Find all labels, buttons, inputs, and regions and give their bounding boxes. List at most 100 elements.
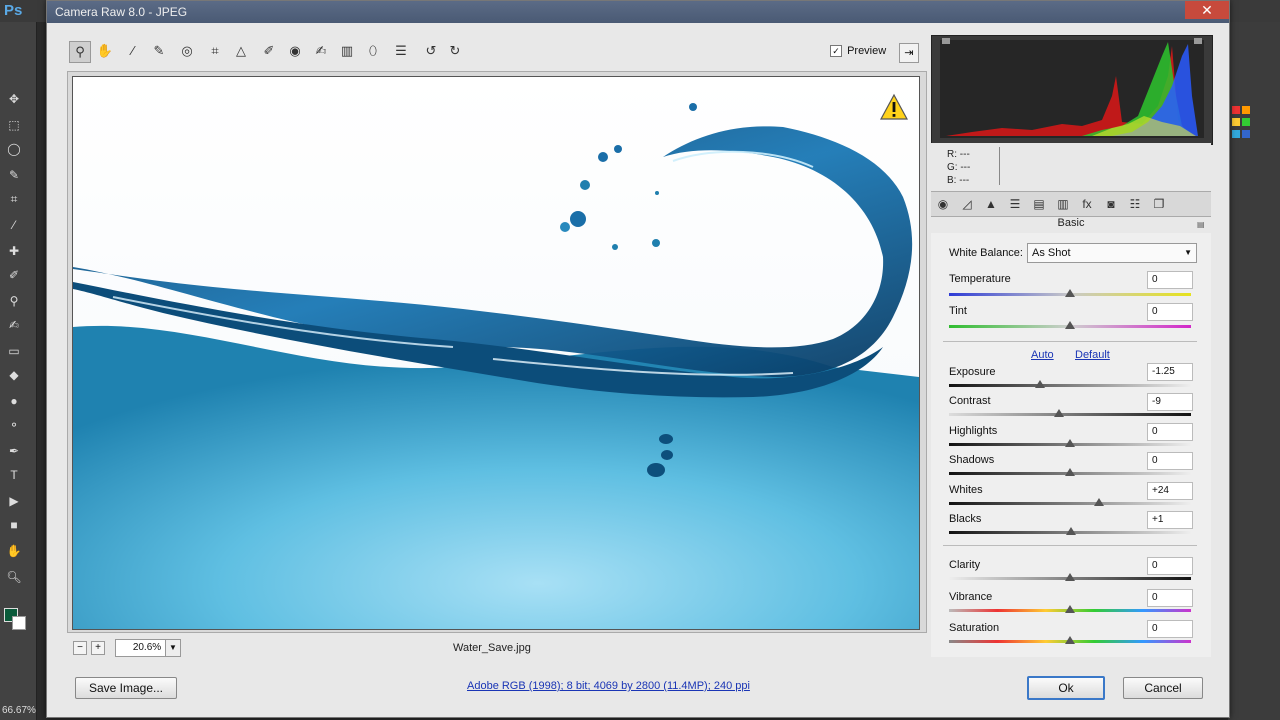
vibrance-slider[interactable]	[1065, 605, 1075, 613]
ok-button[interactable]: Ok	[1027, 676, 1105, 700]
contrast-value[interactable]: -9	[1147, 393, 1193, 411]
tab-basic-icon[interactable]: ◉	[935, 196, 951, 212]
default-link[interactable]: Default	[1075, 349, 1110, 361]
highlight-clipping-icon	[1194, 38, 1202, 44]
hand-tool-icon[interactable]: ✋	[95, 41, 115, 61]
quick-select-icon[interactable]: ✎	[6, 168, 22, 182]
saturation-slider[interactable]	[1065, 636, 1075, 644]
spot-removal-icon[interactable]: ✐	[259, 41, 279, 61]
tab-camera-calibration-icon[interactable]: ◙	[1103, 196, 1119, 212]
shadows-value[interactable]: 0	[1147, 452, 1193, 470]
swatch[interactable]	[1242, 118, 1250, 126]
r-label: R:	[947, 149, 957, 160]
blacks-slider[interactable]	[1066, 527, 1077, 535]
vibrance-value[interactable]: 0	[1147, 589, 1193, 607]
shape-icon[interactable]: ■	[6, 518, 22, 532]
lasso-tool-icon[interactable]: ◯	[6, 142, 22, 156]
highlights-slider[interactable]	[1065, 439, 1075, 447]
pen-icon[interactable]: ✒	[6, 444, 22, 458]
save-image-button[interactable]: Save Image...	[75, 677, 177, 699]
targeted-adjustment-icon[interactable]: ◎	[177, 41, 197, 61]
radial-filter-icon[interactable]: ⬯	[363, 41, 383, 61]
rotate-ccw-icon[interactable]: ↺	[421, 41, 441, 61]
contrast-slider[interactable]	[1054, 409, 1065, 417]
zoom-dropdown-icon[interactable]: ▼	[165, 639, 181, 657]
swatch[interactable]	[1242, 130, 1250, 138]
warning-icon[interactable]	[879, 93, 909, 121]
fullscreen-toggle-button[interactable]: ⇥	[899, 43, 919, 63]
tab-hsl-icon[interactable]: ☰	[1007, 196, 1023, 212]
type-icon[interactable]: T	[6, 468, 22, 482]
temperature-value[interactable]: 0	[1147, 271, 1193, 289]
cancel-button[interactable]: Cancel	[1123, 677, 1203, 699]
panel-menu-icon[interactable]: ▤	[1197, 220, 1205, 229]
blacks-label: Blacks	[949, 513, 982, 525]
zoom-tool-icon[interactable]: ⚲	[69, 41, 91, 63]
red-eye-icon[interactable]: ◉	[285, 41, 305, 61]
auto-link[interactable]: Auto	[1031, 349, 1054, 361]
tab-presets-icon[interactable]: ☷	[1127, 196, 1143, 212]
blacks-value[interactable]: +1	[1147, 511, 1193, 529]
crop-tool-icon[interactable]: ⌗	[205, 41, 225, 61]
tab-effects-icon[interactable]: fx	[1079, 196, 1095, 212]
preferences-icon[interactable]: ☰	[391, 41, 411, 61]
exposure-slider[interactable]	[1034, 380, 1045, 388]
tab-snapshots-icon[interactable]: ❐	[1151, 196, 1167, 212]
white-balance-select[interactable]: As Shot ▼	[1027, 243, 1197, 263]
tab-tone-curve-icon[interactable]: ◿	[959, 196, 975, 212]
swatch[interactable]	[1232, 118, 1240, 126]
workflow-options-link[interactable]: Adobe RGB (1998); 8 bit; 4069 by 2800 (1…	[467, 680, 750, 692]
white-balance-tool-icon[interactable]: ⁄	[123, 41, 143, 61]
swatch[interactable]	[1232, 130, 1240, 138]
swatch[interactable]	[1242, 106, 1250, 114]
hand-icon[interactable]: ✋	[6, 544, 22, 558]
crop-tool-icon[interactable]: ⌗	[6, 192, 22, 206]
shadows-slider[interactable]	[1065, 468, 1075, 476]
water-splash-photo[interactable]	[72, 76, 920, 630]
adjustment-brush-icon[interactable]: ✍	[311, 41, 331, 61]
highlights-value[interactable]: 0	[1147, 423, 1193, 441]
graduated-filter-icon[interactable]: ▥	[337, 41, 357, 61]
dodge-icon[interactable]: ⚬	[6, 418, 22, 432]
eyedropper-icon[interactable]: ⁄	[6, 218, 22, 232]
swatch[interactable]	[1232, 106, 1240, 114]
tab-detail-icon[interactable]: ▲	[983, 196, 999, 212]
background-color-swatch[interactable]	[12, 616, 26, 630]
zoom-icon[interactable]: 🔍︎	[6, 570, 22, 584]
tab-lens-icon[interactable]: ▥	[1055, 196, 1071, 212]
whites-track[interactable]	[949, 502, 1191, 505]
zoom-in-button[interactable]: +	[91, 641, 105, 655]
tint-value[interactable]: 0	[1147, 303, 1193, 321]
exposure-value[interactable]: -1.25	[1147, 363, 1193, 381]
tint-slider[interactable]	[1065, 321, 1075, 329]
clarity-value[interactable]: 0	[1147, 557, 1193, 575]
whites-value[interactable]: +24	[1147, 482, 1193, 500]
bucket-icon[interactable]: ◆	[6, 368, 22, 382]
brush-icon[interactable]: ✐	[6, 268, 22, 282]
marquee-tool-icon[interactable]: ⬚	[6, 118, 22, 132]
zoom-out-button[interactable]: −	[73, 641, 87, 655]
contrast-track[interactable]	[949, 413, 1191, 416]
straighten-tool-icon[interactable]: △	[231, 41, 251, 61]
color-sampler-icon[interactable]: ✎	[149, 41, 169, 61]
photo-svg	[73, 77, 919, 629]
tab-split-toning-icon[interactable]: ▤	[1031, 196, 1047, 212]
move-tool-icon[interactable]: ✥	[6, 92, 22, 106]
whites-slider[interactable]	[1094, 498, 1105, 506]
camera-raw-dialog: Camera Raw 8.0 - JPEG ✕ ⚲ ✋ ⁄ ✎ ◎ ⌗ △ ✐ …	[46, 0, 1230, 718]
path-select-icon[interactable]: ▶	[6, 494, 22, 508]
exposure-track[interactable]	[949, 384, 1191, 387]
history-brush-icon[interactable]: ✍	[6, 318, 22, 332]
healing-icon[interactable]: ✚	[6, 244, 22, 258]
clarity-slider[interactable]	[1065, 573, 1075, 581]
stamp-icon[interactable]: ⚲	[6, 294, 22, 308]
preview-checkbox[interactable]: ✓ Preview	[830, 45, 886, 58]
saturation-value[interactable]: 0	[1147, 620, 1193, 638]
panel-tabs: ◉ ◿ ▲ ☰ ▤ ▥ fx ◙ ☷ ❐	[931, 191, 1211, 217]
close-button[interactable]: ✕	[1185, 1, 1229, 19]
blur-icon[interactable]: ●	[6, 394, 22, 408]
preview-check-box[interactable]: ✓	[830, 45, 842, 58]
rotate-cw-icon[interactable]: ↻	[445, 41, 465, 61]
temperature-slider[interactable]	[1065, 289, 1075, 297]
eraser-icon[interactable]: ▭	[6, 344, 22, 358]
